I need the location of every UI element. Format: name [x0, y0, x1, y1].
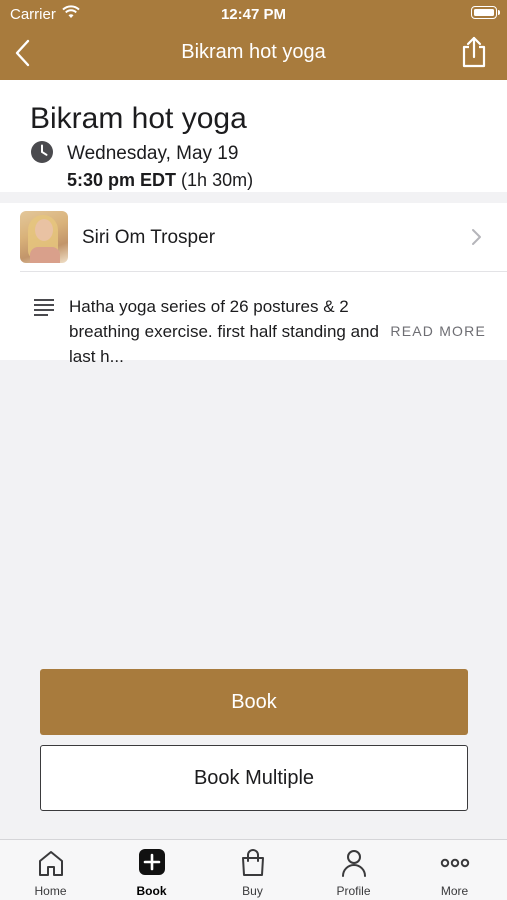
class-header: Bikram hot yoga Wednesday, May 19 5:30 p… — [0, 80, 507, 192]
avatar — [20, 211, 68, 263]
tab-label: Home — [34, 884, 67, 898]
status-time: 12:47 PM — [220, 6, 287, 23]
chevron-right-icon — [472, 229, 481, 245]
person-icon — [342, 850, 366, 877]
tab-more[interactable]: More — [404, 840, 505, 900]
class-date: Wednesday, May 19 — [67, 143, 239, 164]
start-time: 5:30 pm EDT — [67, 170, 177, 190]
more-dots-icon — [440, 858, 470, 868]
share-icon[interactable] — [459, 36, 489, 68]
shopping-bag-icon — [242, 849, 264, 876]
read-more-link[interactable]: READ MORE — [390, 323, 486, 339]
clock-icon — [31, 141, 53, 163]
class-time: 5:30 pm EDT (1h 30m) — [67, 170, 253, 191]
home-icon — [39, 851, 63, 876]
class-title: Bikram hot yoga — [30, 102, 247, 135]
nav-title: Bikram hot yoga — [181, 41, 326, 63]
tab-label: Profile — [336, 884, 371, 898]
header-bar: Carrier 12:47 PM Bikram hot yoga — [0, 0, 507, 80]
tab-buy[interactable]: Buy — [202, 840, 303, 900]
status-bar: Carrier 12:47 PM — [0, 0, 507, 28]
tab-label: Buy — [242, 884, 263, 898]
tab-label: More — [440, 884, 469, 898]
tab-book[interactable]: Book — [101, 840, 202, 900]
plus-square-icon — [139, 849, 165, 875]
tab-profile[interactable]: Profile — [303, 840, 404, 900]
book-button[interactable]: Book — [40, 669, 468, 735]
tab-label: Book — [136, 884, 167, 898]
nav-bar: Bikram hot yoga — [0, 28, 507, 80]
description-row: Hatha yoga series of 26 postures & 2 bre… — [0, 272, 507, 366]
class-duration: (1h 30m) — [181, 170, 254, 190]
battery-icon — [471, 6, 500, 19]
instructor-name: Siri Om Trosper — [82, 227, 216, 248]
description-text: Hatha yoga series of 26 postures & 2 bre… — [69, 297, 379, 366]
tab-bar: Home Book Buy Profile More — [0, 839, 507, 900]
book-multiple-button[interactable]: Book Multiple — [40, 745, 468, 811]
class-details: Siri Om Trosper Hatha yoga series of 26 … — [0, 203, 507, 366]
tab-home[interactable]: Home — [0, 840, 101, 900]
instructor-row[interactable]: Siri Om Trosper — [0, 203, 507, 271]
text-lines-icon — [34, 299, 54, 316]
